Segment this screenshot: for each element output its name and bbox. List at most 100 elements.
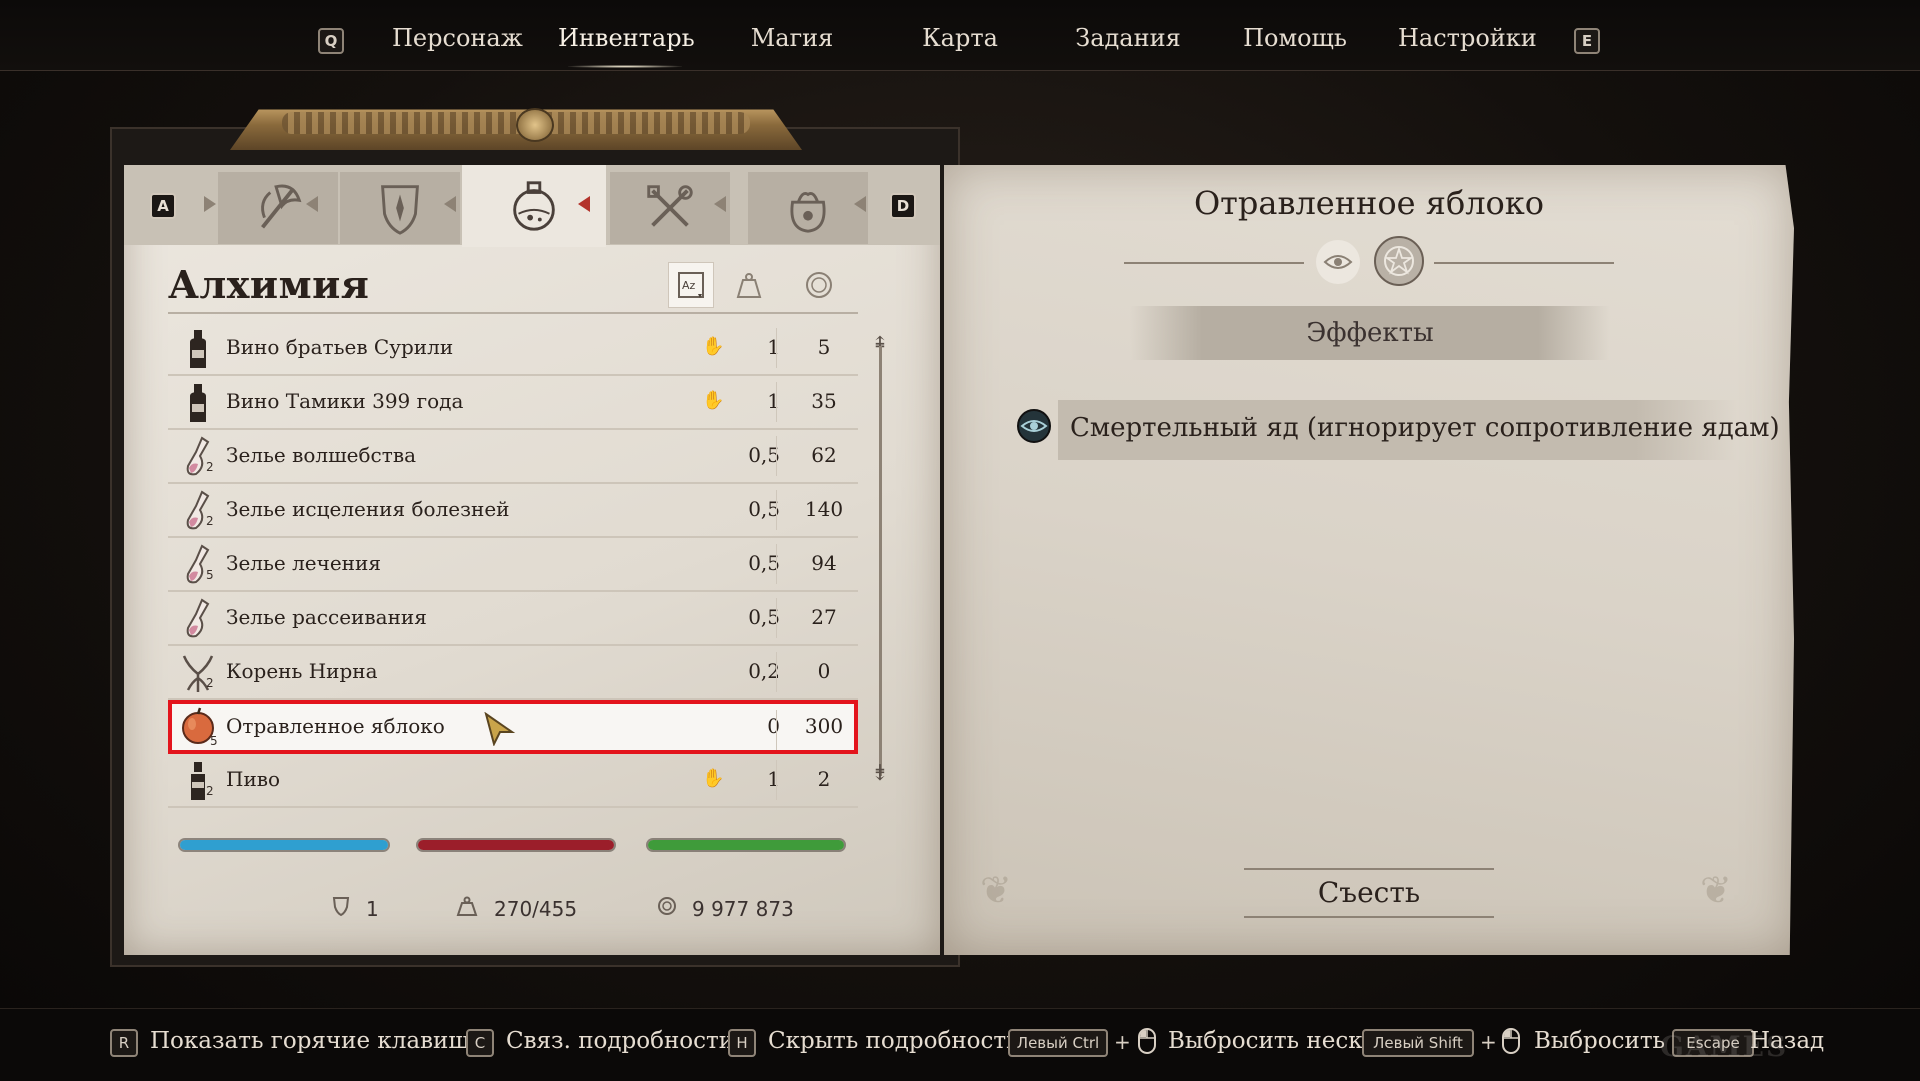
stolen-hand-icon: ✋ [702, 768, 725, 789]
hint-key-c[interactable]: C [466, 1029, 494, 1057]
item-price: 27 [811, 605, 837, 629]
sort-by-name-button[interactable]: Az [668, 262, 714, 308]
effects-view-button[interactable] [1374, 236, 1424, 286]
nav-prev-key[interactable]: Q [318, 28, 344, 54]
category-prev-key[interactable]: A [150, 193, 176, 219]
carry-weight-icon [456, 896, 478, 916]
hint-key-left-shift[interactable]: Левый Shift [1362, 1029, 1474, 1057]
item-price: 2 [817, 767, 831, 791]
table-row[interactable]: 2 Корень Нирна 0,2 0 [168, 646, 858, 700]
armor-shield-icon [381, 185, 419, 235]
category-weapons[interactable] [218, 172, 338, 244]
hint-drop[interactable]: Выбросить [1534, 1028, 1665, 1054]
column-divider [776, 382, 777, 422]
item-price: 0 [817, 659, 831, 683]
mouse-cursor-icon [484, 712, 516, 746]
table-row[interactable]: Зелье рассеивания 0,5 27 [168, 592, 858, 646]
category-arrow [714, 196, 726, 212]
item-name: Вино братьев Сурили [226, 335, 454, 359]
action-divider-top [1244, 868, 1494, 870]
plus-sign: + [1114, 1030, 1131, 1054]
item-weight: 0,5 [748, 497, 780, 521]
item-quantity: 5 [210, 734, 218, 748]
weapons-axe-icon [261, 184, 302, 229]
gold-icon [658, 897, 676, 915]
health-bar [180, 840, 388, 850]
sort-by-weight-button[interactable] [726, 262, 772, 308]
tab-magic[interactable]: Магия [742, 24, 842, 56]
hint-show-hotkeys[interactable]: Показать горячие клавиши [150, 1028, 485, 1054]
tab-quests[interactable]: Задания [1068, 24, 1188, 56]
star-emblem-icon [1384, 246, 1414, 276]
column-divider [776, 490, 777, 530]
eye-icon [1323, 255, 1353, 269]
tab-inventory[interactable]: Инвентарь [558, 24, 695, 68]
column-divider [776, 598, 777, 638]
item-weight: 0,2 [748, 659, 780, 683]
category-misc[interactable] [748, 172, 868, 244]
hint-linked-details[interactable]: Связ. подробности [506, 1028, 734, 1054]
leaf-decoration: ❦ [980, 868, 1012, 912]
weight-icon [736, 273, 762, 298]
column-divider [776, 652, 777, 692]
wine-bottle-icon [190, 330, 206, 368]
view-item-button[interactable] [1316, 240, 1360, 284]
table-row[interactable]: Вино Тамики 399 года ✋ 1 35 [168, 376, 858, 430]
nav-next-key[interactable]: E [1574, 28, 1600, 54]
item-name: Вино Тамики 399 года [226, 389, 464, 413]
tab-character[interactable]: Персонаж [392, 24, 523, 56]
title-divider-right [1434, 262, 1614, 264]
item-weight: 0,5 [748, 443, 780, 467]
category-next-key[interactable]: D [890, 193, 916, 219]
item-quantity: 2 [206, 784, 214, 798]
category-armor[interactable] [340, 172, 460, 244]
column-divider [776, 436, 777, 476]
item-price: 35 [811, 389, 837, 413]
scrollbar[interactable] [879, 346, 882, 776]
column-divider [776, 760, 777, 800]
category-arrow [306, 196, 318, 212]
misc-bag-icon [790, 192, 826, 233]
item-weight: 1 [767, 767, 780, 791]
item-name: Отравленное яблоко [226, 714, 445, 738]
tab-help[interactable]: Помощь [1240, 24, 1350, 56]
item-quantity: 2 [206, 514, 214, 528]
armor-rating: 1 [366, 897, 379, 921]
item-weight: 0,5 [748, 551, 780, 575]
item-detail-title: Отравленное яблоко [1193, 184, 1545, 222]
details-parchment [944, 165, 1794, 955]
watermark: GAMES [1660, 1030, 1789, 1063]
coin-icon [806, 272, 832, 298]
item-price: 140 [804, 497, 844, 521]
armor-rating-icon [332, 897, 350, 917]
hint-hide-details[interactable]: Скрыть подробности [768, 1028, 1021, 1054]
hint-key-left-ctrl[interactable]: Левый Ctrl [1008, 1029, 1108, 1057]
eat-button[interactable]: Съесть [1244, 876, 1494, 916]
table-row[interactable]: Вино братьев Сурили ✋ 1 5 [168, 322, 858, 376]
hint-key-h[interactable]: H [728, 1029, 756, 1057]
table-row[interactable]: 2 Пиво ✋ 1 2 [168, 754, 858, 808]
item-price: 62 [811, 443, 837, 467]
table-row[interactable]: 2 Зелье исцеления болезней 0,5 140 [168, 484, 858, 538]
plus-sign: + [1480, 1030, 1497, 1054]
item-name: Зелье рассеивания [226, 605, 427, 629]
tab-settings[interactable]: Настройки [1398, 24, 1537, 56]
item-weight: 1 [767, 335, 780, 359]
scroll-down-arrow[interactable]: ⇟ [868, 762, 892, 786]
stamina-bar [648, 840, 844, 850]
table-row[interactable]: 5 Зелье лечения 0,5 94 [168, 538, 858, 592]
hint-key-r[interactable]: R [110, 1029, 138, 1057]
hint-drop-several[interactable]: Выбросить неск. [1168, 1028, 1370, 1054]
mouse-click-icon [1502, 1028, 1520, 1054]
category-arrow [204, 196, 216, 212]
stolen-hand-icon: ✋ [702, 336, 725, 357]
item-quantity: 5 [206, 568, 214, 582]
table-row[interactable]: 2 Зелье волшебства 0,5 62 [168, 430, 858, 484]
category-tools[interactable] [610, 172, 730, 244]
tools-icon [647, 185, 693, 227]
sort-by-price-button[interactable] [796, 262, 842, 308]
mouse-click-icon [1138, 1028, 1156, 1054]
tab-map[interactable]: Карта [910, 24, 1010, 56]
effect-description: Смертельный яд (игнорирует сопротивление… [1070, 413, 1780, 443]
ornament-knob [516, 108, 554, 142]
